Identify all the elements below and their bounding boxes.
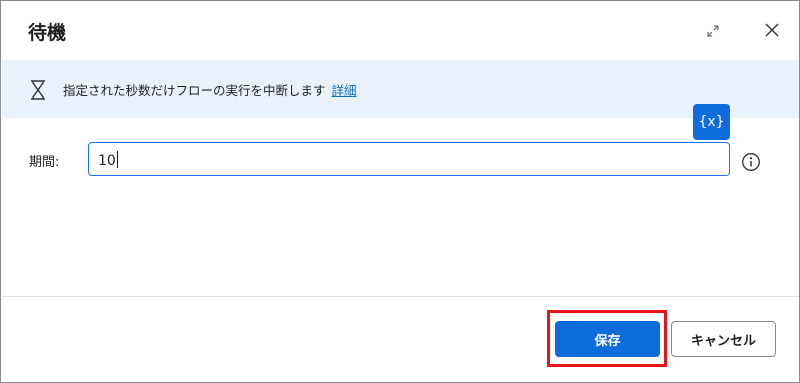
duration-label: 期間:: [29, 155, 60, 170]
hourglass-icon: [30, 80, 46, 100]
details-link[interactable]: 詳細: [332, 83, 357, 98]
duration-input[interactable]: 10: [88, 142, 730, 176]
variable-button[interactable]: {x}: [693, 104, 730, 140]
expand-icon[interactable]: [703, 21, 723, 41]
duration-value: 10: [98, 151, 118, 169]
footer-divider: [2, 296, 799, 297]
text-caret: [116, 151, 118, 168]
wait-dialog: 待機 指定された秒数だけフローの実行を中断します 詳細 {x} 期間: 10 保…: [0, 0, 800, 383]
info-description: 指定された秒数だけフローの実行を中断します 詳細: [63, 80, 357, 99]
close-icon[interactable]: [761, 19, 783, 41]
dialog-title: 待機: [28, 22, 67, 44]
duration-value-text: 10: [98, 153, 116, 169]
info-icon[interactable]: [741, 152, 761, 172]
info-text: 指定された秒数だけフローの実行を中断します: [63, 83, 326, 98]
info-bar: 指定された秒数だけフローの実行を中断します 詳細: [2, 60, 799, 118]
cancel-button[interactable]: キャンセル: [671, 321, 776, 357]
save-button[interactable]: 保存: [555, 321, 660, 357]
